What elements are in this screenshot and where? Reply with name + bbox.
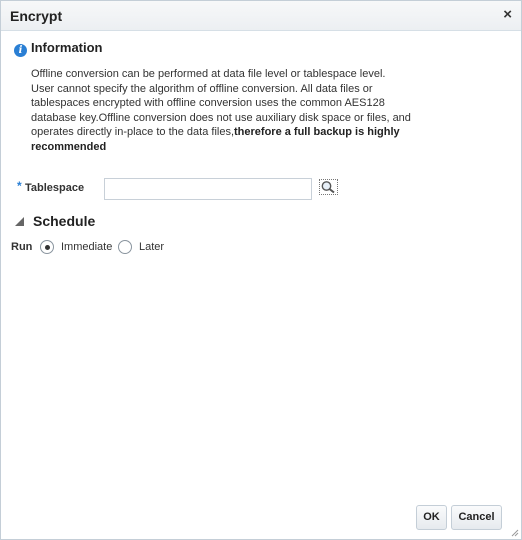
dialog-titlebar[interactable]: Encrypt ×: [1, 1, 521, 31]
encrypt-dialog: Encrypt × i Information Offline conversi…: [0, 0, 522, 540]
required-marker: *: [17, 179, 22, 193]
magnifier-icon: [321, 181, 335, 194]
info-icon: i: [14, 44, 27, 57]
radio-immediate-label[interactable]: Immediate: [61, 241, 112, 253]
radio-later-label[interactable]: Later: [139, 241, 164, 253]
information-title: Information: [31, 40, 103, 55]
collapse-triangle-icon[interactable]: [15, 217, 24, 226]
tablespace-search-button[interactable]: [319, 179, 338, 195]
radio-later[interactable]: [118, 240, 132, 254]
ok-button[interactable]: OK: [416, 505, 447, 530]
run-label: Run: [11, 241, 33, 253]
radio-immediate[interactable]: [40, 240, 54, 254]
dialog-title: Encrypt: [10, 8, 63, 24]
close-icon[interactable]: ×: [503, 6, 512, 23]
tablespace-label: Tablespace: [25, 182, 85, 194]
schedule-section-title[interactable]: Schedule: [33, 213, 95, 229]
resize-grip-icon[interactable]: [511, 529, 519, 537]
cancel-button[interactable]: Cancel: [451, 505, 502, 530]
information-text: Offline conversion can be performed at d…: [31, 67, 411, 154]
tablespace-input[interactable]: [104, 178, 312, 200]
